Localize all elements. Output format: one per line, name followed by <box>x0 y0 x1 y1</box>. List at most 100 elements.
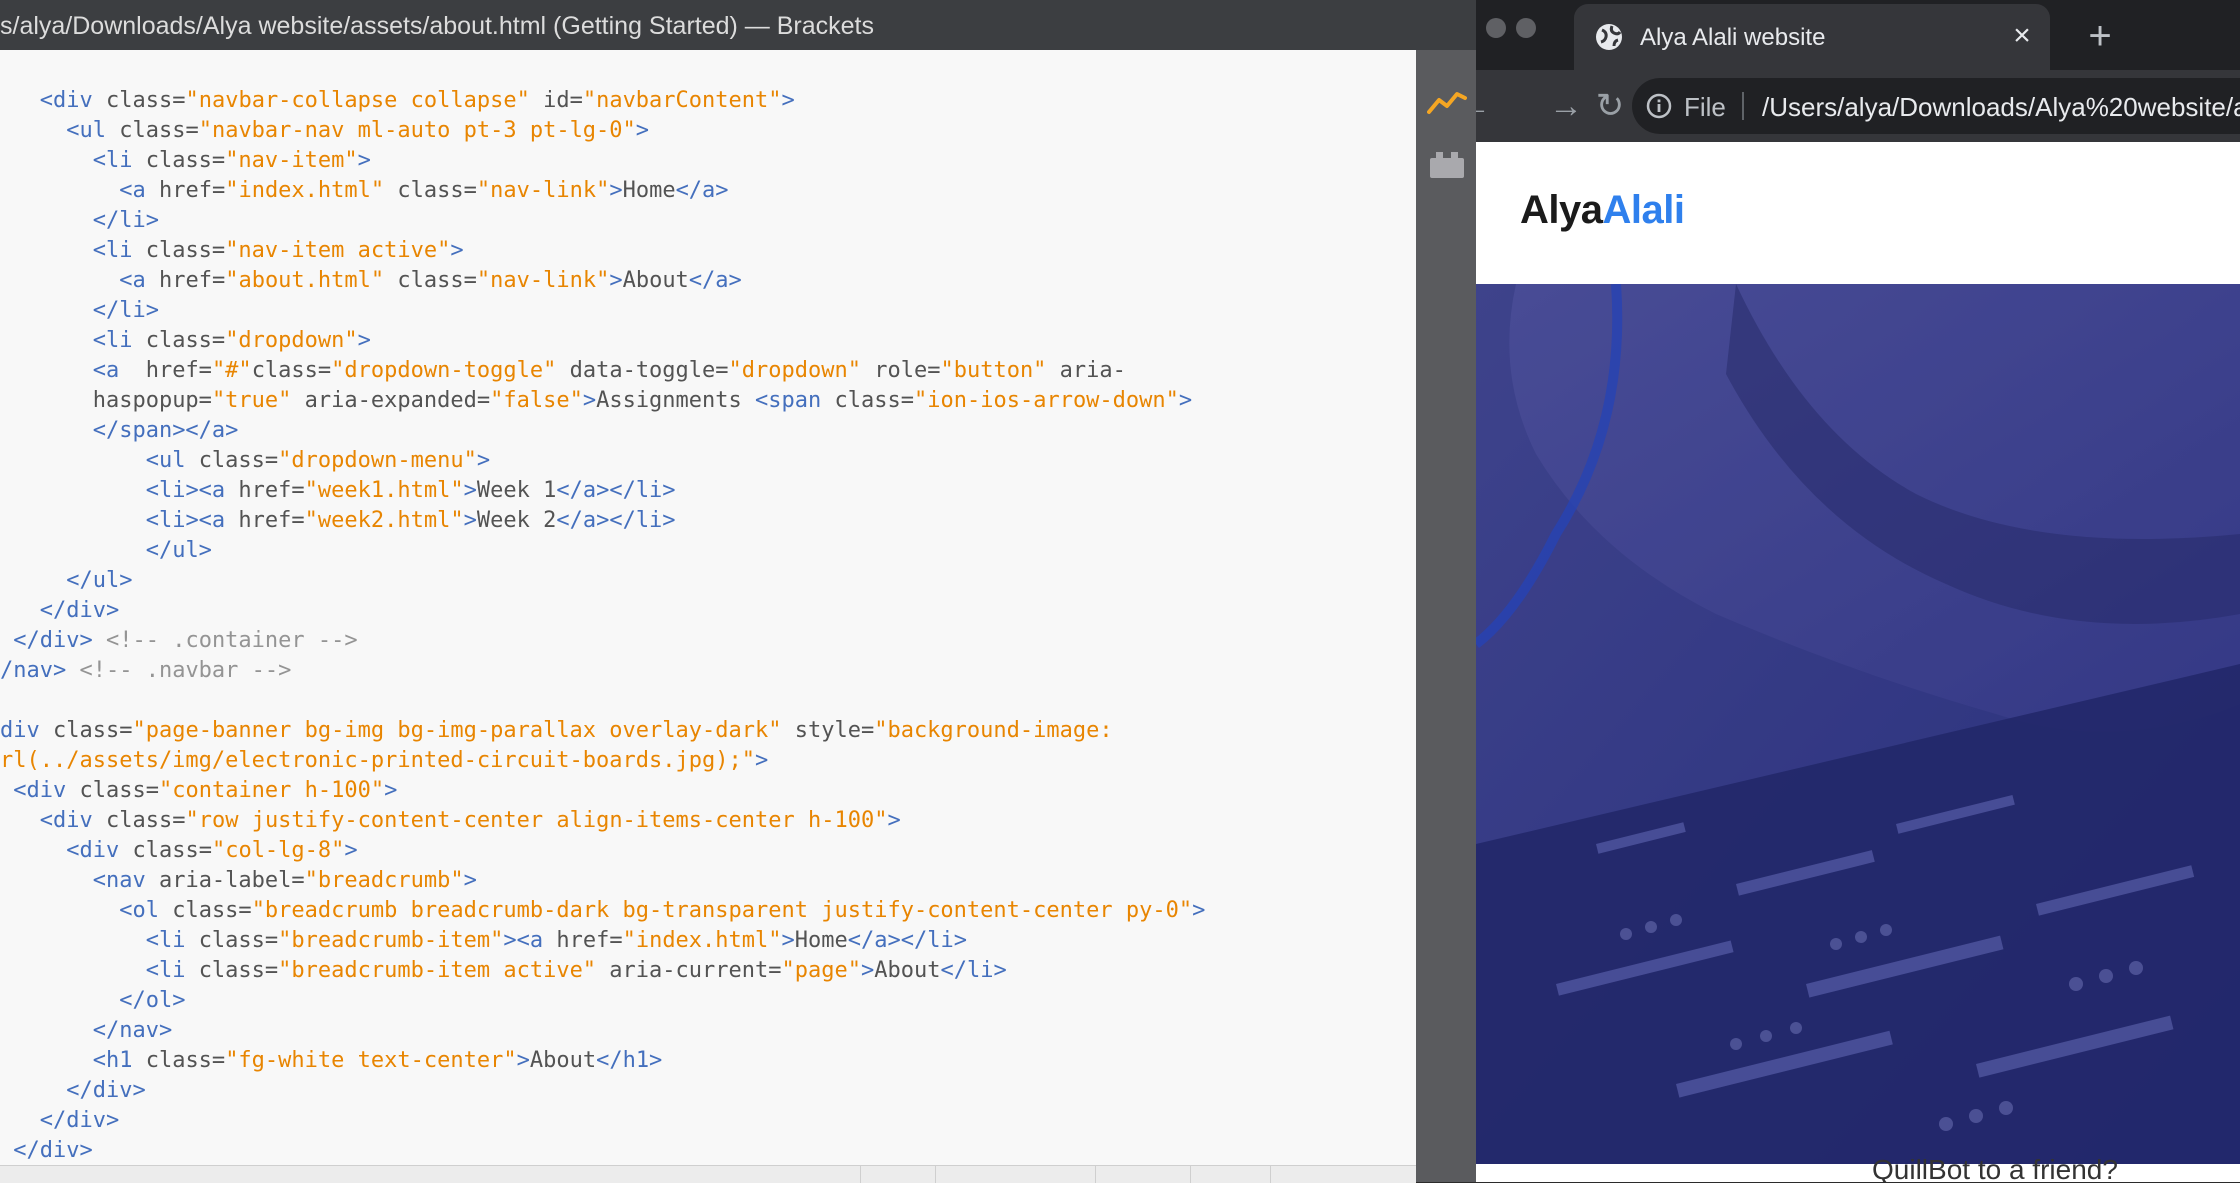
window-zoom-button[interactable] <box>1516 18 1536 38</box>
code-token: > <box>357 328 371 353</box>
code-line[interactable]: <li class="breadcrumb-item"><a href="ind… <box>0 926 1205 956</box>
code-token: "index.html" <box>622 928 782 953</box>
code-token: </a></li> <box>847 928 967 953</box>
address-bar[interactable]: File /Users/alya/Downloads/Alya%20websit… <box>1632 78 2240 134</box>
web-page: AlyaAlali QuillBot to a friend? <box>1476 142 2240 1182</box>
code-token: </span></a> <box>92 418 239 443</box>
site-brand-logo[interactable]: AlyaAlali <box>1520 188 1685 233</box>
code-token: "false" <box>490 388 583 413</box>
tab-close-icon[interactable]: × <box>2004 18 2040 54</box>
code-line[interactable]: </ol> <box>0 986 1205 1016</box>
code-token: > <box>781 88 795 113</box>
code-line[interactable]: <div class="navbar-collapse collapse" id… <box>0 86 1205 116</box>
code-token: </a></li> <box>556 478 676 503</box>
tab-title: Alya Alali website <box>1640 24 1826 51</box>
code-line[interactable]: <li class="breadcrumb-item active" aria-… <box>0 956 1205 986</box>
page-text: QuillBot to a friend? <box>1872 1154 2118 1182</box>
info-icon[interactable] <box>1646 93 1672 119</box>
code-line[interactable]: <nav aria-label="breadcrumb"> <box>0 866 1205 896</box>
new-tab-button[interactable]: + <box>2080 16 2120 56</box>
code-line[interactable] <box>0 686 1205 716</box>
code-line[interactable]: </div> <box>0 596 1205 626</box>
code-line[interactable]: </div> <!-- .container --> <box>0 626 1205 656</box>
code-line[interactable]: <a href="about.html" class="nav-link">Ab… <box>0 266 1205 296</box>
code-line[interactable]: <ul class="dropdown-menu"> <box>0 446 1205 476</box>
code-token: class= <box>198 448 279 473</box>
code-line[interactable]: <li><a href="week1.html">Week 1</a></li> <box>0 476 1205 506</box>
code-line[interactable]: </div> <box>0 1136 1205 1165</box>
code-token: href= <box>238 508 305 533</box>
code-token: "ion-ios-arrow-down" <box>914 388 1179 413</box>
code-line[interactable]: <li><a href="week2.html">Week 2</a></li> <box>0 506 1205 536</box>
code-token: "row justify-content-center align-items-… <box>185 808 888 833</box>
code-token: class= <box>198 928 279 953</box>
code-line[interactable]: </div> <box>0 1106 1205 1136</box>
code-token: </div> <box>13 628 93 653</box>
url-text[interactable]: /Users/alya/Downloads/Alya%20website/ass… <box>1762 78 2240 134</box>
code-lines[interactable]: <div class="navbar-collapse collapse" id… <box>0 86 1205 1165</box>
status-segment <box>1190 1166 1191 1183</box>
code-line[interactable]: </ul> <box>0 566 1205 596</box>
code-line[interactable]: </span></a> <box>0 416 1205 446</box>
code-line[interactable]: </div> <box>0 1076 1205 1106</box>
code-line[interactable]: <div class="col-lg-8"> <box>0 836 1205 866</box>
code-line[interactable]: <li class="dropdown"> <box>0 326 1205 356</box>
code-line[interactable]: <div class="container h-100"> <box>0 776 1205 806</box>
live-preview-icon[interactable] <box>1427 88 1467 118</box>
code-token: <ol <box>119 898 173 923</box>
code-token: class= <box>119 118 199 143</box>
code-token: "navbarContent" <box>582 88 782 113</box>
code-token: aria-label= <box>158 868 305 893</box>
code-line[interactable]: div class="page-banner bg-img bg-img-par… <box>0 716 1205 746</box>
code-token: Home <box>794 928 848 953</box>
globe-icon <box>1596 24 1622 50</box>
code-token: href= <box>238 478 305 503</box>
code-token: > <box>1192 898 1206 923</box>
code-line[interactable]: </li> <box>0 206 1205 236</box>
code-token: data-toggle= <box>556 358 729 383</box>
back-button[interactable]: ← <box>1476 86 1494 126</box>
code-token: <li <box>145 928 199 953</box>
window-minimize-button[interactable] <box>1486 18 1506 38</box>
forward-button[interactable]: → <box>1546 86 1586 126</box>
code-token: </a> <box>688 268 742 293</box>
code-token: > <box>1178 388 1193 413</box>
brand-second: Alali <box>1602 188 1685 232</box>
code-line[interactable]: <ul class="navbar-nav ml-auto pt-3 pt-lg… <box>0 116 1205 146</box>
reload-button[interactable]: ↻ <box>1590 86 1630 126</box>
code-token: <li><a <box>145 478 239 503</box>
code-line[interactable]: <div class="row justify-content-center a… <box>0 806 1205 836</box>
code-token: </a></li> <box>556 508 676 533</box>
code-line[interactable]: haspopup="true" aria-expanded="false">As… <box>0 386 1205 416</box>
code-line[interactable]: </li> <box>0 296 1205 326</box>
code-line[interactable]: <a href="index.html" class="nav-link">Ho… <box>0 176 1205 206</box>
code-line[interactable]: rl(../assets/img/electronic-printed-circ… <box>0 746 1205 776</box>
code-token: > <box>357 148 371 173</box>
code-token: > <box>503 928 517 953</box>
code-token: </ul> <box>145 538 212 563</box>
browser-tab-active[interactable]: Alya Alali website × <box>1574 4 2050 70</box>
code-line[interactable]: <ol class="breadcrumb breadcrumb-dark bg… <box>0 896 1205 926</box>
code-token: aria-expanded= <box>291 388 491 413</box>
code-line[interactable]: <li class="nav-item active"> <box>0 236 1205 266</box>
code-token: > <box>781 928 795 953</box>
code-token: Week 1 <box>476 478 557 503</box>
extension-manager-icon[interactable] <box>1428 150 1466 180</box>
code-token: </li> <box>92 208 159 233</box>
code-line[interactable]: <a href="#"class="dropdown-toggle" data-… <box>0 356 1205 386</box>
code-editor[interactable]: <div class="navbar-collapse collapse" id… <box>0 50 1416 1165</box>
code-token: > <box>887 808 901 833</box>
code-line[interactable]: <li class="nav-item"> <box>0 146 1205 176</box>
code-line[interactable]: <h1 class="fg-white text-center">About</… <box>0 1046 1205 1076</box>
code-line[interactable]: </ul> <box>0 536 1205 566</box>
code-line[interactable]: </nav> <box>0 1016 1205 1046</box>
code-token: <li <box>92 148 146 173</box>
code-token: <span <box>755 388 835 413</box>
code-line[interactable]: /nav> <!-- .navbar --> <box>0 656 1205 686</box>
